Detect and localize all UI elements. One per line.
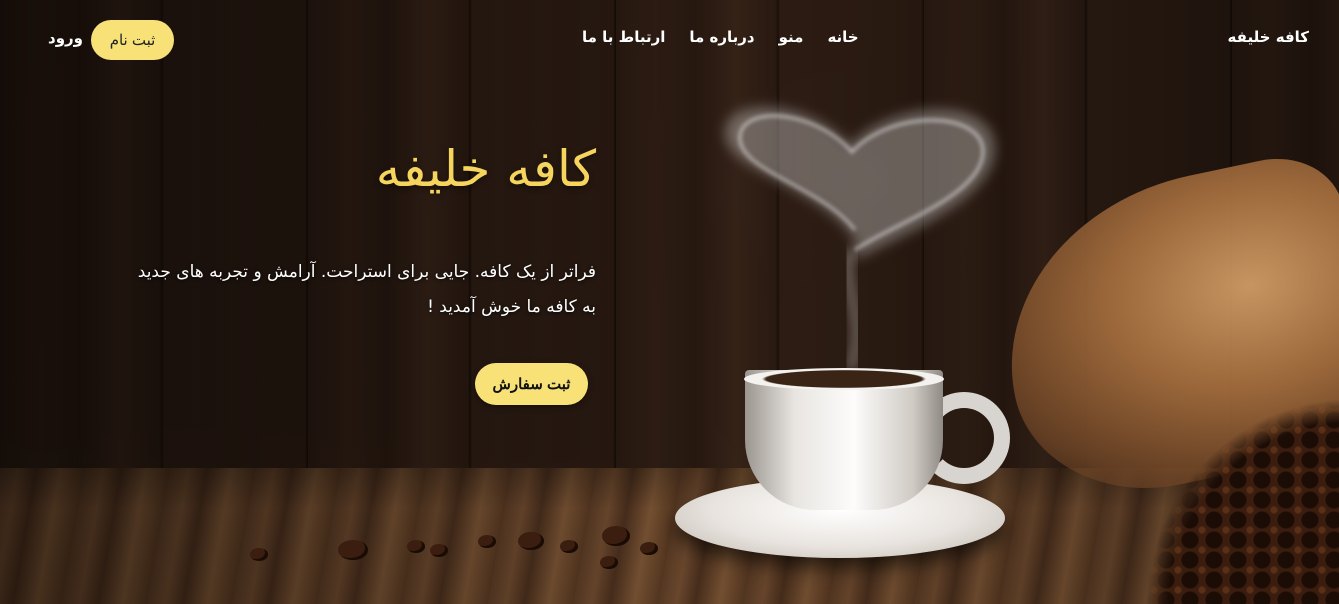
coffee-bean (250, 548, 268, 561)
steam-heart-image (724, 107, 996, 372)
coffee-cup-rim (744, 368, 944, 390)
nav-item-home[interactable]: خانه (827, 28, 858, 46)
login-link[interactable]: ورود (48, 29, 83, 47)
coffee-bean (478, 535, 496, 548)
coffee-bean (600, 556, 618, 569)
coffee-bean (338, 540, 368, 560)
hero-tagline-line2: به کافه ما خوش آمدید ! (427, 297, 596, 317)
coffee-bean (518, 532, 544, 550)
hero-tagline: فراتر از یک کافه. جایی برای استراحت. آرا… (60, 255, 596, 325)
place-order-button[interactable]: ثبت سفارش (475, 363, 588, 405)
coffee-cup-image (745, 370, 943, 510)
nav-item-menu[interactable]: منو (779, 28, 804, 46)
nav-item-about[interactable]: درباره ما (689, 28, 754, 46)
hero-tagline-line1: فراتر از یک کافه. جایی برای استراحت. آرا… (137, 262, 596, 282)
nav-item-contact[interactable]: ارتباط با ما (582, 28, 665, 46)
brand-logo-text[interactable]: کافه خلیفه (1228, 28, 1309, 46)
navbar: کافه خلیفه خانه منو درباره ما ارتباط با … (0, 0, 1339, 78)
coffee-bean (602, 526, 630, 546)
hero-title: کافه خلیفه (375, 140, 596, 198)
nav-menu: خانه منو درباره ما ارتباط با ما (582, 28, 859, 46)
signup-button[interactable]: ثبت نام (91, 20, 174, 60)
coffee-beans-image (1010, 250, 1339, 604)
coffee-bean (430, 544, 448, 557)
coffee-bean (640, 542, 658, 555)
coffee-bean (560, 540, 578, 553)
coffee-bean (407, 540, 425, 553)
